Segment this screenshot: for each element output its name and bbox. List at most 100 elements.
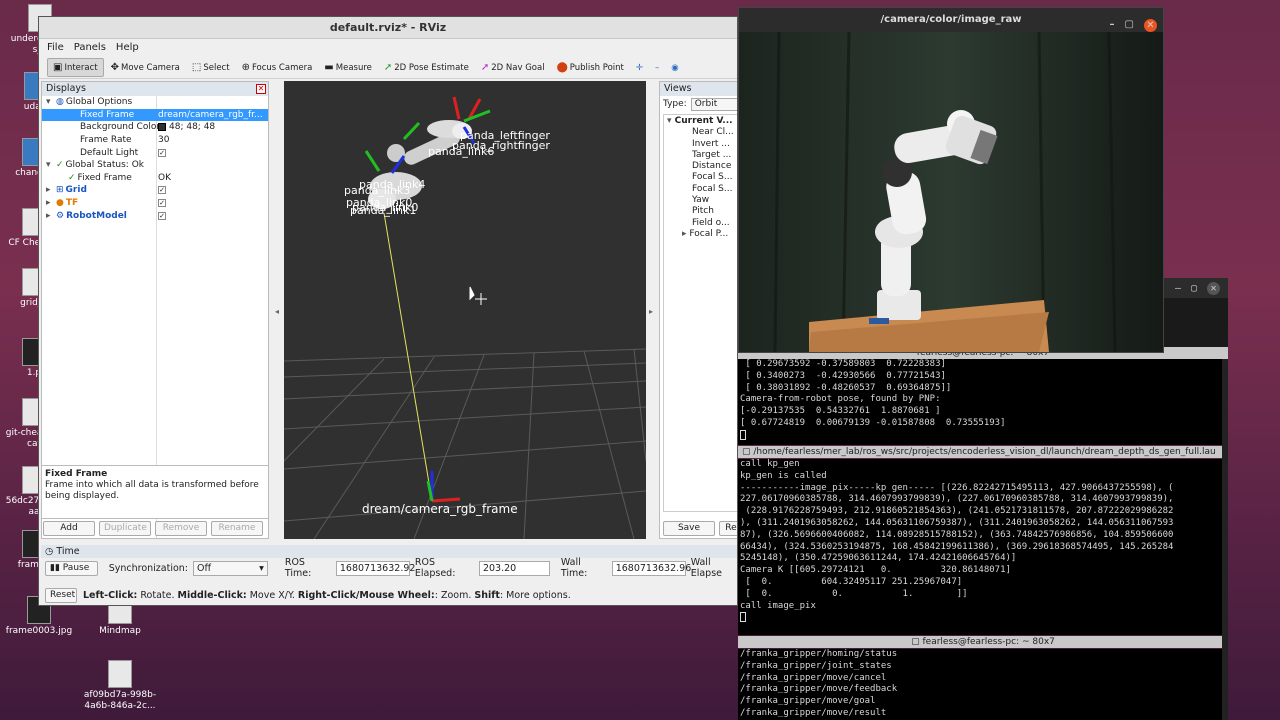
display-value[interactable]: ✓: [158, 199, 166, 208]
value-text: dream/camera_rgb_fr...: [158, 109, 263, 120]
terminal-line: [ 0. 0. 1. ]]: [740, 588, 968, 599]
display-value[interactable]: ✓: [158, 148, 166, 157]
terminal-line: ), (311.2401963058262, 144.0563110675938…: [740, 517, 1174, 528]
tool-2d-pose-estimate-button[interactable]: ➚ 2D Pose Estimate: [379, 58, 474, 77]
maximize-icon[interactable]: ▢: [1125, 13, 1134, 37]
tool-interact-button[interactable]: ▣ Interact: [47, 58, 104, 77]
terminal-output[interactable]: call kp_gen kp_gen is called -----------im…: [738, 459, 1222, 635]
tool-label: Move Camera: [121, 62, 180, 73]
maximize-icon[interactable]: ▢: [1191, 283, 1197, 295]
close-icon[interactable]: ✕: [1207, 282, 1220, 295]
pause-button[interactable]: ▮▮ Pause: [45, 560, 98, 576]
camera-titlebar: /camera/color/image_raw – ▢ ✕: [739, 8, 1163, 32]
reset-button[interactable]: Reset: [45, 588, 77, 603]
add-button[interactable]: Add: [43, 521, 95, 536]
view-property[interactable]: ▾ Current V...: [664, 116, 737, 127]
time-panel: ◷ Time ▮▮ Pause Synchronization: Off ▾ RO…: [41, 545, 737, 579]
view-property[interactable]: Field o...: [664, 218, 737, 229]
ros-elapsed-field[interactable]: 203.20: [478, 560, 550, 576]
display-row[interactable]: Background Color 48; 48; 48: [42, 121, 268, 134]
display-value: OK: [158, 173, 171, 183]
view-property[interactable]: Distance: [664, 161, 737, 172]
menu-help[interactable]: Help: [116, 39, 139, 57]
checkbox[interactable]: ✓: [158, 211, 166, 220]
menu-file[interactable]: File: [47, 39, 64, 57]
display-row[interactable]: ▾ ✓ Global Status: Ok: [42, 159, 268, 172]
view-property[interactable]: Invert ...: [664, 138, 737, 150]
view-property[interactable]: Pitch: [664, 206, 737, 217]
scrollbar[interactable]: [1222, 359, 1228, 720]
display-row[interactable]: ▸ ● TF ✓: [42, 197, 268, 210]
robot-icon: ⚙: [56, 210, 65, 221]
display-value[interactable]: ✓: [158, 211, 166, 220]
terminal-output[interactable]: /franka_gripper/homing/status/franka_gri…: [738, 649, 1222, 720]
view-property-label: Target ...: [692, 149, 732, 160]
view-property[interactable]: Focal S...: [664, 184, 737, 195]
gear-icon: ◍: [56, 97, 64, 108]
frame-labels: panda_link3 panda_link4 panda_link0 pand…: [344, 129, 550, 516]
display-row[interactable]: Default Light ✓: [42, 146, 268, 159]
window-title: default.rviz* - RViz: [39, 17, 737, 39]
minimize-icon[interactable]: –: [1110, 13, 1115, 37]
view-property[interactable]: Yaw: [664, 195, 737, 206]
time-header: ◷ Time: [41, 545, 737, 558]
checkbox[interactable]: ✓: [158, 199, 166, 208]
checkbox[interactable]: ✓: [158, 148, 166, 157]
splitter-handle-icon[interactable]: ◂: [275, 307, 279, 316]
terminal-line: [-0.29137535 0.54332761 1.8870681 ]: [740, 406, 941, 417]
rename-button: Rename: [211, 521, 263, 536]
terminal-line: Camera-from-robot pose, found by PNP:: [740, 394, 941, 405]
display-row[interactable]: ▸ ⚙ RobotModel ✓: [42, 209, 268, 222]
expander-icon[interactable]: ▸: [46, 198, 54, 208]
terminal-output[interactable]: [ 0.29673592 -0.37589803 0.72228383] [ 0…: [738, 359, 1222, 445]
close-icon[interactable]: ✕: [256, 84, 266, 94]
view-property[interactable]: Target ...: [664, 149, 737, 161]
view-property[interactable]: Focal S...: [664, 172, 737, 183]
display-value: 48; 48; 48: [158, 122, 215, 132]
display-row[interactable]: Frame Rate 30: [42, 134, 268, 147]
splitter-handle-icon[interactable]: ▸: [649, 307, 653, 316]
remove-tool-icon[interactable]: –: [650, 58, 664, 77]
tool-select-button[interactable]: ⬚ Select: [187, 58, 235, 77]
3d-viewport[interactable]: panda_link3 panda_link4 panda_link0 pand…: [284, 81, 646, 539]
tool-2d-nav-goal-button[interactable]: ➚ 2D Nav Goal: [476, 58, 550, 77]
wall-time-field[interactable]: 1680713632.96: [611, 560, 691, 576]
tool-measure-button[interactable]: ▬ Measure: [319, 58, 377, 77]
tool-publish-point-button[interactable]: ⬤ Publish Point: [552, 58, 629, 77]
display-row[interactable]: ✓ Fixed Frame OK: [42, 172, 268, 185]
close-icon[interactable]: ✕: [1144, 18, 1157, 32]
desktop-icon[interactable]: af09bd7a-998b-4a6b-846a-2c...: [82, 660, 158, 712]
wall-elapsed-label: Wall Elapse: [690, 557, 722, 579]
expander-icon[interactable]: ▾: [46, 97, 54, 107]
menu-panels[interactable]: Panels: [74, 39, 106, 57]
remove-view-button[interactable]: Re: [719, 521, 737, 536]
minimize-icon[interactable]: –: [1175, 283, 1181, 295]
view-property-label: Near Cl...: [692, 127, 734, 138]
save-view-button[interactable]: Save: [663, 521, 715, 536]
expander-icon[interactable]: ▸: [46, 211, 54, 221]
ros-elapsed-label: ROS Elapsed:: [414, 557, 456, 579]
display-row[interactable]: ▾ ◍ Global Options: [42, 96, 268, 109]
expander-icon[interactable]: ▾: [46, 160, 54, 170]
display-value[interactable]: ✓: [158, 186, 166, 195]
display-key-label: Fixed Frame: [80, 109, 135, 120]
color-swatch[interactable]: [158, 123, 166, 132]
display-value: dream/camera_rgb_fr...: [158, 110, 263, 120]
ros-time-field[interactable]: 1680713632.92: [335, 560, 415, 576]
checkbox[interactable]: ✓: [158, 186, 166, 195]
camera-icon[interactable]: ◉: [666, 58, 683, 77]
sync-select[interactable]: Off ▾: [193, 560, 268, 576]
view-property[interactable]: ▸ Focal P...: [664, 229, 737, 240]
expander-icon[interactable]: ▸: [46, 185, 54, 195]
display-row[interactable]: ▸ ⊞ Grid ✓: [42, 184, 268, 197]
tool-focus-camera-button[interactable]: ⊕ Focus Camera: [237, 58, 318, 77]
view-property[interactable]: Near Cl...: [664, 127, 737, 138]
tool-move-camera-button[interactable]: ✥ Move Camera: [106, 58, 185, 77]
add-tool-icon[interactable]: ✛: [631, 58, 648, 77]
terminal-line: /franka_gripper/homing/status: [740, 649, 898, 659]
display-row[interactable]: Fixed Frame dream/camera_rgb_fr...: [42, 108, 268, 122]
view-type-select[interactable]: Orbit (rviz): [690, 97, 737, 111]
view-property-label: Invert ...: [692, 138, 730, 149]
frame-label: panda_link0: [352, 201, 418, 214]
display-key: ▾ ◍ Global Options: [46, 97, 132, 107]
